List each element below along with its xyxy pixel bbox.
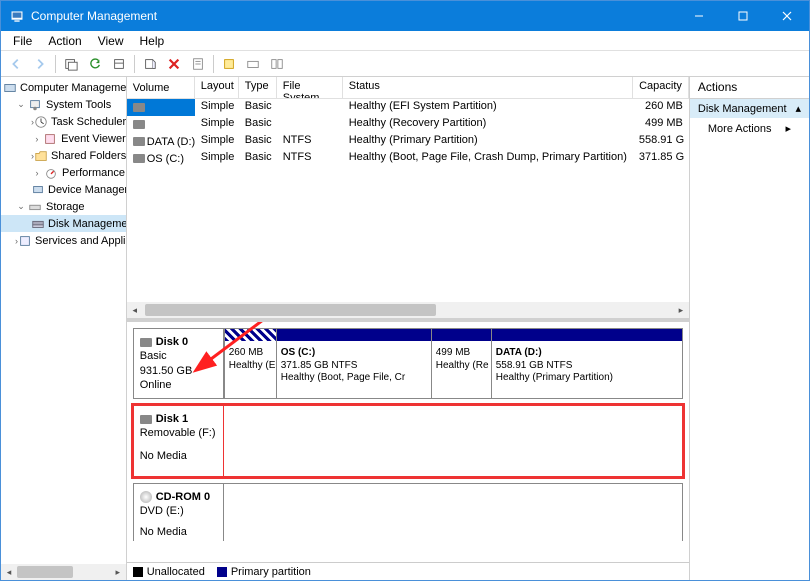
col-header-layout[interactable]: Layout: [195, 77, 239, 98]
toolbar-btn-1[interactable]: [60, 53, 82, 75]
navigation-tree[interactable]: Computer Management (Local) ⌄System Tool…: [1, 77, 127, 580]
menu-file[interactable]: File: [5, 32, 40, 50]
partition-os-c[interactable]: OS (C:)371.85 GB NTFSHealthy (Boot, Page…: [276, 329, 431, 398]
disk-1-partitions[interactable]: [224, 406, 682, 476]
partition-efi[interactable]: 260 MBHealthy (E: [224, 329, 276, 398]
disk-0-label[interactable]: Disk 0 Basic 931.50 GB Online: [134, 329, 224, 398]
col-header-volume[interactable]: Volume: [127, 77, 195, 98]
menu-bar: File Action View Help: [1, 31, 809, 51]
disk-1-label[interactable]: Disk 1 Removable (F:) No Media: [134, 406, 224, 476]
tree-storage[interactable]: ⌄Storage: [1, 198, 126, 215]
cdrom-0-partitions[interactable]: [224, 484, 682, 541]
disk-icon: [140, 415, 152, 424]
volume-row[interactable]: SimpleBasicHealthy (EFI System Partition…: [127, 99, 689, 116]
cdrom-0-label[interactable]: CD-ROM 0 DVD (E:) No Media: [134, 484, 224, 541]
toolbar: [1, 51, 809, 77]
col-header-type[interactable]: Type: [239, 77, 277, 98]
volume-list-body[interactable]: SimpleBasicHealthy (EFI System Partition…: [127, 99, 689, 302]
partition-data-d[interactable]: DATA (D:)558.91 GB NTFSHealthy (Primary …: [491, 329, 682, 398]
col-header-filesystem[interactable]: File System: [277, 77, 343, 98]
tree-task-scheduler[interactable]: ›Task Scheduler: [1, 113, 126, 130]
legend-primary: Primary partition: [217, 566, 311, 578]
partition-recovery[interactable]: 499 MBHealthy (Re: [431, 329, 491, 398]
actions-header: Actions: [690, 77, 809, 99]
title-bar: Computer Management: [1, 1, 809, 31]
menu-action[interactable]: Action: [40, 32, 89, 50]
actions-pane: Actions Disk Management ▴ More Actions ▸: [690, 77, 809, 580]
delete-button[interactable]: [163, 53, 185, 75]
chevron-right-icon: ▸: [785, 122, 791, 135]
tree-device-manager[interactable]: Device Manager: [1, 181, 126, 198]
volume-row[interactable]: SimpleBasicHealthy (Recovery Partition)4…: [127, 116, 689, 133]
maximize-button[interactable]: [721, 1, 765, 31]
disk-graphical-view[interactable]: Disk 0 Basic 931.50 GB Online 260 MBHeal…: [127, 322, 689, 580]
legend-bar: Unallocated Primary partition: [127, 562, 689, 580]
toolbar-btn-3[interactable]: [108, 53, 130, 75]
cdrom-icon: [140, 491, 152, 503]
volume-row[interactable]: DATA (D:)SimpleBasicNTFSHealthy (Primary…: [127, 133, 689, 150]
cdrom-0-block[interactable]: CD-ROM 0 DVD (E:) No Media: [133, 483, 683, 541]
tree-services-apps[interactable]: ›Services and Applications: [1, 232, 126, 249]
menu-view[interactable]: View: [90, 32, 132, 50]
refresh-button[interactable]: [84, 53, 106, 75]
tree-disk-management[interactable]: Disk Management: [1, 215, 126, 232]
collapse-icon: ▴: [795, 102, 801, 115]
tree-shared-folders[interactable]: ›Shared Folders: [1, 147, 126, 164]
volume-list-header[interactable]: Volume Layout Type File System Status Ca…: [127, 77, 689, 99]
disk-1-block[interactable]: Disk 1 Removable (F:) No Media: [133, 405, 683, 477]
tree-root[interactable]: Computer Management (Local): [1, 79, 126, 96]
tree-event-viewer[interactable]: ›Event Viewer: [1, 130, 126, 147]
tree-hscrollbar[interactable]: ◂▸: [1, 564, 126, 580]
app-icon: [9, 8, 25, 24]
properties-button[interactable]: [187, 53, 209, 75]
actions-category[interactable]: Disk Management ▴: [690, 99, 809, 118]
disk-0-block[interactable]: Disk 0 Basic 931.50 GB Online 260 MBHeal…: [133, 328, 683, 399]
forward-button[interactable]: [29, 53, 51, 75]
close-button[interactable]: [765, 1, 809, 31]
col-header-capacity[interactable]: Capacity: [633, 77, 689, 98]
back-button[interactable]: [5, 53, 27, 75]
help-button[interactable]: [218, 53, 240, 75]
window-title: Computer Management: [31, 9, 677, 23]
disk-0-partitions: 260 MBHealthy (E OS (C:)371.85 GB NTFSHe…: [224, 329, 682, 398]
minimize-button[interactable]: [677, 1, 721, 31]
toolbar-btn-4[interactable]: [139, 53, 161, 75]
volume-list-pane: Volume Layout Type File System Status Ca…: [127, 77, 689, 322]
col-header-status[interactable]: Status: [343, 77, 633, 98]
toolbar-btn-9[interactable]: [266, 53, 288, 75]
volume-hscrollbar[interactable]: ◂▸: [127, 302, 689, 318]
tree-system-tools[interactable]: ⌄System Tools: [1, 96, 126, 113]
disk-icon: [140, 338, 152, 347]
menu-help[interactable]: Help: [132, 32, 173, 50]
legend-unallocated: Unallocated: [133, 566, 205, 578]
toolbar-btn-8[interactable]: [242, 53, 264, 75]
volume-row[interactable]: OS (C:)SimpleBasicNTFSHealthy (Boot, Pag…: [127, 150, 689, 167]
actions-more[interactable]: More Actions ▸: [690, 118, 809, 139]
tree-performance[interactable]: ›Performance: [1, 164, 126, 181]
